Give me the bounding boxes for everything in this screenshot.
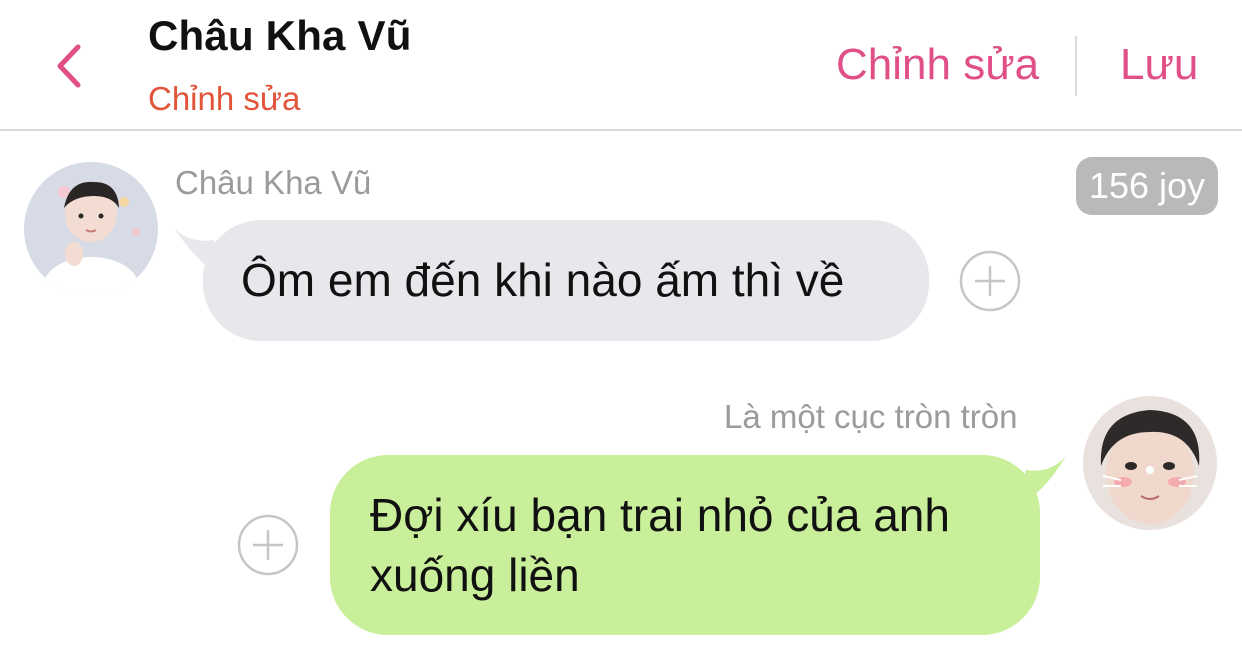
sender-name: Là một cục tròn tròn xyxy=(724,398,1018,435)
chevron-left-icon xyxy=(57,44,81,88)
header-divider xyxy=(1075,36,1077,96)
sender-name: Châu Kha Vũ xyxy=(175,164,372,201)
page-subtitle: Chỉnh sửa xyxy=(148,80,301,117)
edit-button[interactable]: Chỉnh sửa xyxy=(836,40,1039,90)
back-button[interactable] xyxy=(40,36,96,96)
avatar-image xyxy=(1083,396,1217,530)
page-title: Châu Kha Vũ xyxy=(148,12,412,59)
avatar[interactable] xyxy=(1083,396,1217,530)
add-reaction-button[interactable] xyxy=(959,250,1021,312)
add-reaction-button[interactable] xyxy=(237,514,299,576)
message-bubble-right[interactable]: Đợi xíu bạn trai nhỏ của anh xuống liền xyxy=(330,455,1040,635)
save-button[interactable]: Lưu xyxy=(1120,40,1198,90)
message-bubble-left[interactable]: Ôm em đến khi nào ấm thì về xyxy=(203,220,929,341)
chat-screen: Châu Kha Vũ Chỉnh sửa Chỉnh sửa Lưu Châu… xyxy=(0,0,1242,668)
joy-badge: 156 joy xyxy=(1076,157,1218,215)
header-bar: Châu Kha Vũ Chỉnh sửa Chỉnh sửa Lưu xyxy=(0,0,1242,131)
avatar[interactable] xyxy=(24,162,158,296)
avatar-image xyxy=(24,162,158,296)
